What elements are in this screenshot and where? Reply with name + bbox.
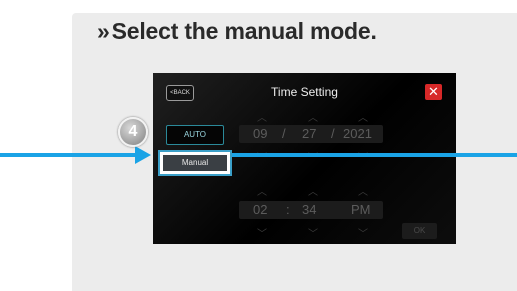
month-value[interactable]: 09	[253, 125, 267, 143]
ampm-down-caret-icon[interactable]: ﹀	[358, 225, 368, 240]
close-button[interactable]: ✕	[425, 84, 442, 100]
manual-mode-button[interactable]: Manual	[158, 150, 232, 176]
minute-down-caret-icon[interactable]: ﹀	[308, 225, 318, 240]
auto-mode-button[interactable]: AUTO	[166, 125, 224, 145]
step-number-badge: 4	[118, 117, 148, 147]
year-up-caret-icon[interactable]: ︿	[358, 109, 368, 124]
day-value[interactable]: 27	[302, 125, 316, 143]
ampm-up-caret-icon[interactable]: ︿	[358, 183, 368, 198]
close-icon: ✕	[428, 84, 439, 99]
time-separator: :	[286, 202, 290, 217]
hour-down-caret-icon[interactable]: ﹀	[257, 225, 267, 240]
date-separator: /	[331, 126, 335, 141]
day-up-caret-icon[interactable]: ︿	[308, 109, 318, 124]
manual-button-label: Manual	[163, 155, 227, 171]
ok-button[interactable]: OK	[402, 223, 437, 239]
instruction-text: Select the manual mode.	[111, 18, 377, 44]
ampm-value[interactable]: PM	[351, 201, 371, 219]
pointer-arrow-icon	[135, 146, 151, 164]
pointer-line	[228, 153, 517, 157]
date-separator: /	[282, 126, 286, 141]
time-field: 02 : 34 PM	[239, 201, 383, 219]
hour-up-caret-icon[interactable]: ︿	[257, 183, 267, 198]
screen-title: Time Setting	[271, 85, 338, 99]
instruction-heading: »Select the manual mode.	[97, 18, 377, 45]
month-up-caret-icon[interactable]: ︿	[257, 109, 267, 124]
year-value[interactable]: 2021	[343, 125, 372, 143]
minute-up-caret-icon[interactable]: ︿	[308, 183, 318, 198]
hour-value[interactable]: 02	[253, 201, 267, 219]
double-chevron-icon: »	[97, 18, 110, 44]
pointer-arrow-shaft	[0, 153, 140, 157]
minute-value[interactable]: 34	[302, 201, 316, 219]
date-field: 09 / 27 / 2021	[239, 125, 383, 143]
